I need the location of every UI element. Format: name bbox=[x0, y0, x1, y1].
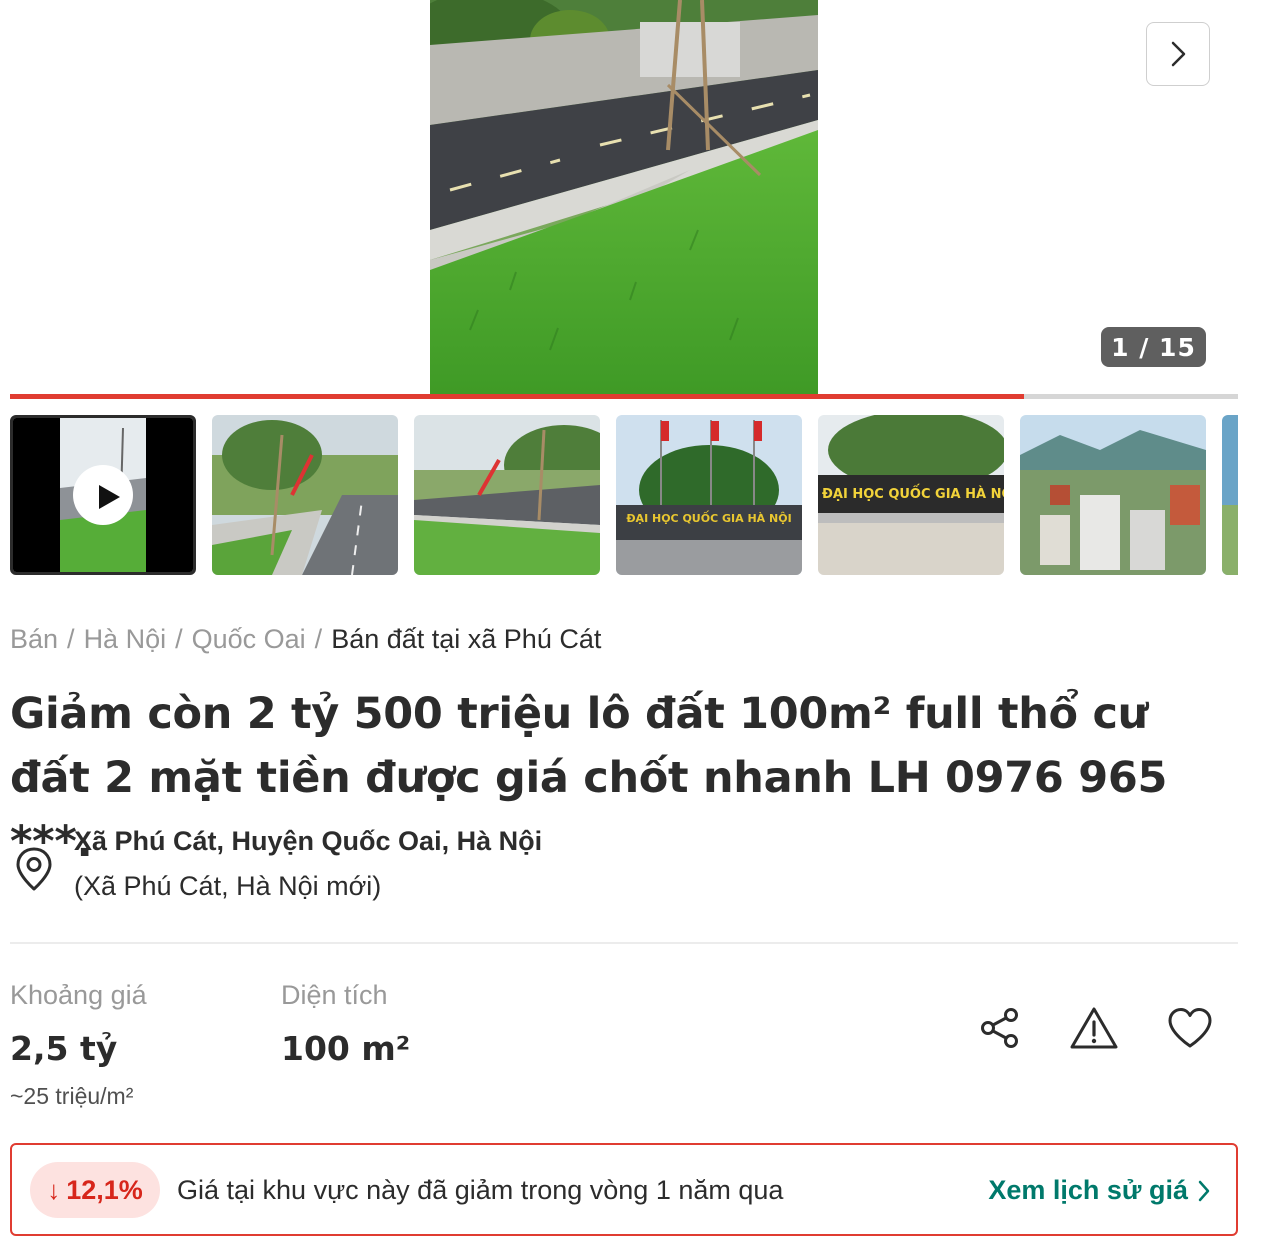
thumbnail-banner-text: ĐẠI HỌC QUỐC GIA HÀ NỘI bbox=[626, 512, 792, 525]
map-pin-icon bbox=[16, 847, 52, 891]
breadcrumb-item-ha-noi[interactable]: Hà Nội bbox=[84, 624, 167, 654]
breadcrumb-item-quoc-oai[interactable]: Quốc Oai bbox=[192, 624, 306, 654]
thumbnail-photo[interactable] bbox=[414, 415, 600, 575]
price-trend-text: Giá tại khu vực này đã giảm trong vòng 1… bbox=[177, 1175, 784, 1205]
breadcrumb-separator: / bbox=[314, 624, 323, 654]
price-history-link[interactable]: Xem lịch sử giá bbox=[988, 1175, 1210, 1206]
address-line-secondary: (Xã Phú Cát, Hà Nội mới) bbox=[74, 871, 382, 901]
thumbnail-photo[interactable] bbox=[1222, 415, 1238, 575]
section-divider bbox=[10, 942, 1238, 944]
arrow-down-icon: ↓ bbox=[47, 1174, 61, 1205]
save-favorite-button[interactable] bbox=[1164, 1002, 1216, 1054]
thumbnail-photo[interactable] bbox=[1020, 415, 1206, 575]
price-value: 2,5 tỷ bbox=[10, 1029, 118, 1068]
address-line-primary: Xã Phú Cát, Huyện Quốc Oai, Hà Nội bbox=[74, 826, 543, 856]
play-icon bbox=[99, 485, 120, 509]
price-label: Khoảng giá bbox=[10, 980, 147, 1010]
price-history-link-label: Xem lịch sử giá bbox=[988, 1175, 1188, 1205]
heart-icon bbox=[1168, 1008, 1212, 1048]
breadcrumb-item-ban[interactable]: Bán bbox=[10, 624, 58, 654]
area-label: Diện tích bbox=[281, 980, 388, 1010]
thumbnail-photo[interactable]: ĐẠI HỌC QUỐC GIA HÀ NỘI bbox=[616, 415, 802, 575]
gallery-progress-fill bbox=[10, 394, 1025, 399]
breadcrumb: Bán / Hà Nội / Quốc Oai / Bán đất tại xã Phú C… bbox=[10, 624, 601, 655]
price-trend-box: ↓ 12,1% Giá tại khu vực này đã giảm trong… bbox=[10, 1143, 1238, 1236]
photo-gallery: 1 / 15 bbox=[0, 0, 1272, 400]
thumbnail-video[interactable] bbox=[10, 415, 196, 575]
report-warning-icon bbox=[1070, 1007, 1118, 1049]
thumbnail-banner-text: ĐẠI HỌC QUỐC GIA HÀ NỘI bbox=[822, 487, 1004, 502]
photo-counter: 1 / 15 bbox=[1101, 327, 1206, 367]
chevron-right-icon bbox=[1198, 1180, 1210, 1201]
main-photo[interactable] bbox=[430, 0, 818, 394]
thumbnail-strip: ĐẠI HỌC QUỐC GIA HÀ NỘI ĐẠI HỌC QUỐC GIA… bbox=[10, 415, 1238, 575]
breadcrumb-separator: / bbox=[175, 624, 183, 654]
gallery-progress-bar bbox=[10, 394, 1238, 399]
next-photo-button[interactable] bbox=[1146, 22, 1210, 86]
share-button[interactable] bbox=[974, 1002, 1026, 1054]
thumbnail-photo[interactable]: ĐẠI HỌC QUỐC GIA HÀ NỘI bbox=[818, 415, 1004, 575]
price-per-m2: ~25 triệu/m² bbox=[10, 1083, 134, 1109]
price-change-percent: 12,1% bbox=[66, 1174, 143, 1205]
breadcrumb-separator: / bbox=[67, 624, 75, 654]
report-button[interactable] bbox=[1068, 1002, 1120, 1054]
thumbnail-photo[interactable] bbox=[212, 415, 398, 575]
share-icon bbox=[981, 1008, 1018, 1048]
breadcrumb-current: Bán đất tại xã Phú Cát bbox=[331, 624, 602, 654]
price-change-badge: ↓ 12,1% bbox=[30, 1162, 160, 1218]
chevron-right-icon bbox=[1171, 41, 1186, 67]
area-value: 100 m² bbox=[281, 1029, 411, 1068]
